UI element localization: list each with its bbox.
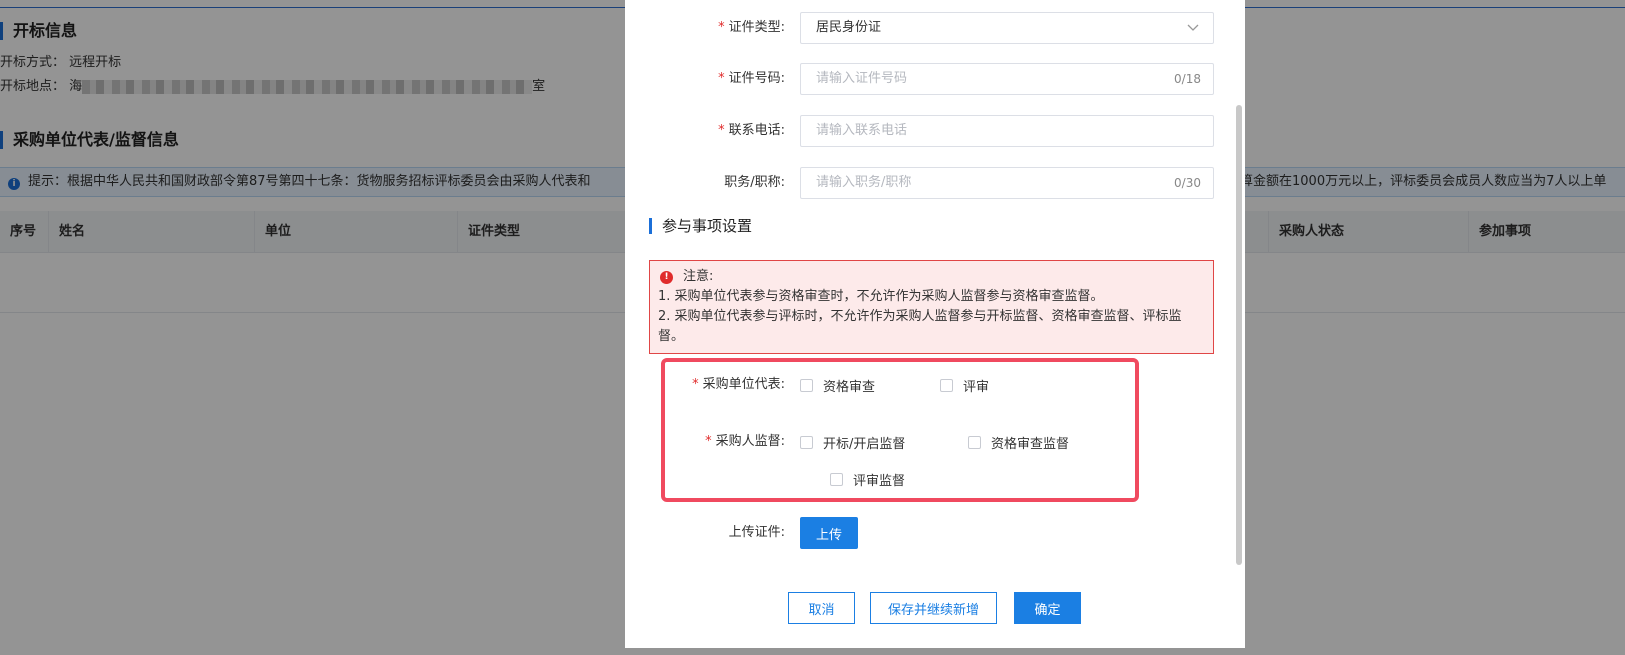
checkbox-icon — [940, 378, 953, 392]
phone-row: * 联系电话: 请输入联系电话 — [625, 115, 1215, 147]
checkbox-qualification-review[interactable]: 资格审查 — [800, 373, 875, 397]
id-type-row: * 证件类型: 居民身份证 — [625, 12, 1215, 44]
id-number-placeholder: 请输入证件号码 — [816, 71, 908, 86]
rep-label: * 采购单位代表: — [692, 377, 785, 392]
id-type-label: * 证件类型: — [718, 20, 785, 35]
checkbox-qualification-supervision[interactable]: 资格审查监督 — [968, 430, 1069, 454]
phone-input[interactable]: 请输入联系电话 — [800, 115, 1214, 147]
page: 开标信息 开标方式： 远程开标 开标地点： 海室 采购单位代表/监督信息 i 提示… — [0, 0, 1625, 655]
rep-row: * 采购单位代表: 资格审查 评审 — [625, 373, 1215, 397]
job-title-count: 0/30 — [1174, 176, 1201, 190]
notice-title: 注意: — [683, 269, 714, 284]
checkbox-review[interactable]: 评审 — [940, 373, 989, 397]
job-title-placeholder: 请输入职务/职称 — [816, 175, 912, 190]
upload-button[interactable]: 上传 — [800, 517, 858, 549]
job-title-label: 职务/职称: — [724, 175, 785, 190]
confirm-button[interactable]: 确定 — [1014, 592, 1081, 624]
supervisor-label: * 采购人监督: — [705, 434, 785, 449]
upload-row: 上传证件: — [625, 517, 1215, 549]
chevron-down-icon — [1187, 24, 1199, 31]
upload-label: 上传证件: — [728, 525, 785, 540]
alert-icon: ! — [660, 270, 673, 284]
checkbox-opening-supervision[interactable]: 开标/开启监督 — [800, 430, 905, 454]
notice-line-1: 1. 采购单位代表参与资格审查时，不允许作为采购人监督参与资格审查监督。 — [658, 289, 1104, 304]
checkbox-icon — [800, 435, 813, 449]
id-type-select[interactable]: 居民身份证 — [800, 12, 1214, 44]
participation-section-title: 参与事项设置 — [649, 218, 752, 234]
id-number-input[interactable]: 请输入证件号码 0/18 — [800, 63, 1214, 95]
phone-label: * 联系电话: — [718, 123, 785, 138]
notice-line-2: 2. 采购单位代表参与评标时，不允许作为采购人监督参与开标监督、资格审查监督、评… — [658, 309, 1182, 344]
job-title-row: 职务/职称: 请输入职务/职称 0/30 — [625, 167, 1215, 199]
id-number-count: 0/18 — [1174, 72, 1201, 86]
notice-title-row: ! 注意: — [658, 267, 1205, 287]
id-type-value: 居民身份证 — [816, 20, 882, 35]
checkbox-icon — [968, 435, 981, 449]
cancel-button[interactable]: 取消 — [788, 592, 855, 624]
checkbox-review-supervision[interactable]: 评审监督 — [830, 467, 905, 491]
checkbox-icon — [800, 378, 813, 392]
phone-placeholder: 请输入联系电话 — [816, 123, 908, 138]
supervisor-row-2: 评审监督 — [625, 467, 1215, 491]
checkbox-icon — [830, 472, 843, 486]
supervisor-row: * 采购人监督: 开标/开启监督 资格审查监督 — [625, 430, 1215, 454]
id-number-row: * 证件号码: 请输入证件号码 0/18 — [625, 63, 1215, 95]
save-and-continue-button[interactable]: 保存并继续新增 — [870, 592, 997, 624]
id-number-label: * 证件号码: — [718, 71, 785, 86]
add-representative-dialog: * 证件类型: 居民身份证 * 证件号码: 请输入证件号码 0/18 * 联系电话: … — [625, 0, 1245, 648]
notice-box: ! 注意: 1. 采购单位代表参与资格审查时，不允许作为采购人监督参与资格审查监… — [649, 260, 1214, 354]
dialog-scrollbar[interactable] — [1236, 105, 1242, 565]
job-title-input[interactable]: 请输入职务/职称 0/30 — [800, 167, 1214, 199]
